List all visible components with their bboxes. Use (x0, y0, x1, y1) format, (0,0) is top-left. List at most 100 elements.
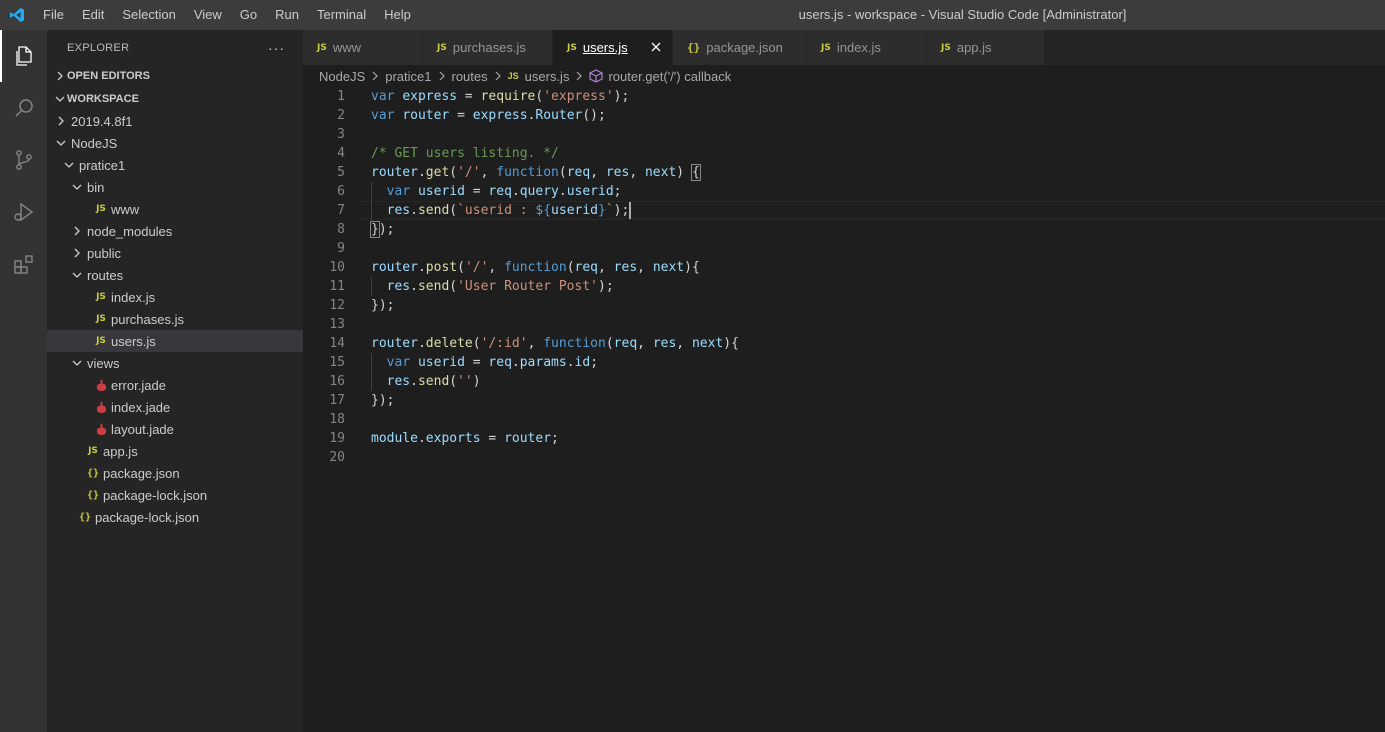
breadcrumb-item[interactable]: router.get('/') callback (589, 69, 731, 84)
breadcrumb-item[interactable]: routes (452, 69, 488, 84)
sidebar-header: EXPLORER ··· (47, 30, 303, 65)
code-token: req (613, 336, 638, 351)
line-number: 20 (329, 450, 345, 465)
search-icon[interactable] (0, 82, 47, 134)
tab-app-js[interactable]: JS app.js (927, 30, 1045, 65)
file-item[interactable]: {} package-lock.json (47, 484, 303, 506)
menu-view[interactable]: View (185, 0, 231, 30)
breadcrumb-item[interactable]: pratice1 (385, 69, 431, 84)
file-item[interactable]: error.jade (47, 374, 303, 396)
chevron-right-icon (53, 116, 69, 126)
file-item[interactable]: JS users.js (47, 330, 303, 352)
breadcrumb-item[interactable]: JS users.js (508, 69, 570, 84)
menu-go[interactable]: Go (231, 0, 266, 30)
code-line: 6 var userid = req.query.userid; (303, 182, 1385, 201)
line-number: 2 (337, 108, 345, 123)
js-file-icon: JS (941, 42, 951, 53)
tab-www[interactable]: JS www (303, 30, 423, 65)
vscode-logo-icon[interactable] (0, 0, 34, 30)
code-line: 19 module.exports = router; (303, 429, 1385, 448)
breadcrumb-item[interactable]: NodeJS (319, 69, 365, 84)
file-item[interactable]: JS purchases.js (47, 308, 303, 330)
code-token: , (488, 260, 505, 275)
js-file-icon: JS (96, 314, 106, 324)
code-token: (); (582, 108, 606, 123)
code-token: userid (417, 184, 465, 199)
chevron-right-icon (53, 71, 67, 81)
file-item[interactable]: JS www (47, 198, 303, 220)
js-file-icon: JS (507, 71, 519, 81)
breadcrumb-label: router.get('/') callback (608, 68, 732, 84)
code-token: , (637, 336, 653, 351)
code-token: Router (535, 108, 583, 123)
folder-item[interactable]: public (47, 242, 303, 264)
folder-item[interactable]: node_modules (47, 220, 303, 242)
extensions-icon[interactable] (0, 238, 47, 290)
menu-selection[interactable]: Selection (113, 0, 184, 30)
line-number: 10 (329, 260, 345, 275)
code-text: res.send(`userid : ${userid}`); (371, 201, 632, 220)
file-item[interactable]: {} package-lock.json (47, 506, 303, 528)
workspace-section[interactable]: WORKSPACE (47, 88, 303, 110)
code-line: 14 router.delete('/:id', function(req, re… (303, 334, 1385, 353)
run-debug-icon[interactable] (0, 186, 47, 238)
tab-label: app.js (956, 40, 992, 55)
menu-terminal[interactable]: Terminal (308, 0, 375, 30)
file-item[interactable]: {} package.json (47, 462, 303, 484)
line-number: 8 (337, 222, 345, 237)
line-number: 13 (329, 317, 345, 332)
code-text: /* GET users listing. */ (371, 144, 559, 163)
code-token: /* GET users listing. */ (371, 146, 559, 161)
line-number: 7 (337, 203, 345, 218)
sidebar-title: EXPLORER (67, 41, 130, 54)
tree-item-label: index.js (111, 289, 156, 305)
line-number: 12 (329, 298, 345, 313)
open-editors-section[interactable]: OPEN EDITORS (47, 65, 303, 87)
folder-item[interactable]: NodeJS (47, 132, 303, 154)
file-item[interactable]: JS app.js (47, 440, 303, 462)
menu-file[interactable]: File (34, 0, 73, 30)
close-icon[interactable] (648, 39, 664, 55)
code-token: res (613, 260, 638, 275)
source-control-icon[interactable] (0, 134, 47, 186)
folder-item[interactable]: routes (47, 264, 303, 286)
tab-purchases-js[interactable]: JS purchases.js (423, 30, 553, 65)
code-token: ( (605, 336, 614, 351)
js-file-icon: JS (821, 42, 831, 53)
code-token: res (652, 336, 677, 351)
tree-item-label: package-lock.json (103, 487, 208, 503)
tab-users-js[interactable]: JS users.js (553, 30, 673, 65)
code-token: function (504, 260, 567, 275)
code-editor[interactable]: 1 var express = require('express'); 2 var r… (303, 87, 1385, 732)
code-line: 11 res.send('User Router Post'); (303, 277, 1385, 296)
menu-edit[interactable]: Edit (73, 0, 113, 30)
code-token: require (480, 89, 536, 104)
menu-help[interactable]: Help (375, 0, 420, 30)
file-item[interactable]: layout.jade (47, 418, 303, 440)
folder-item[interactable]: 2019.4.8f1 (47, 110, 303, 132)
tab-index-js[interactable]: JS index.js (807, 30, 927, 65)
js-file-icon: JS (437, 42, 447, 53)
tree-item-label: views (87, 355, 120, 371)
json-file-icon: {} (86, 467, 100, 479)
tree-item-label: index.jade (111, 399, 171, 415)
menu-run[interactable]: Run (266, 0, 308, 30)
code-token: . (410, 374, 418, 389)
menu-bar: File Edit Selection View Go Run Terminal Help (34, 0, 420, 30)
tab-package-json[interactable]: {} package.json (673, 30, 807, 65)
folder-item[interactable]: bin (47, 176, 303, 198)
file-tree: 2019.4.8f1 NodeJS pratice1 bin JS www node_mod… (47, 110, 303, 528)
code-token: . (410, 203, 418, 218)
explorer-icon[interactable] (0, 30, 47, 82)
code-token: res (386, 203, 411, 218)
code-token: express (472, 108, 528, 123)
folder-item[interactable]: pratice1 (47, 154, 303, 176)
code-line: 10 router.post('/', function(req, res, ne… (303, 258, 1385, 277)
indent-guide (371, 277, 372, 296)
file-item[interactable]: index.jade (47, 396, 303, 418)
folder-item[interactable]: views (47, 352, 303, 374)
file-item[interactable]: JS index.js (47, 286, 303, 308)
more-actions-icon[interactable]: ··· (268, 40, 285, 56)
